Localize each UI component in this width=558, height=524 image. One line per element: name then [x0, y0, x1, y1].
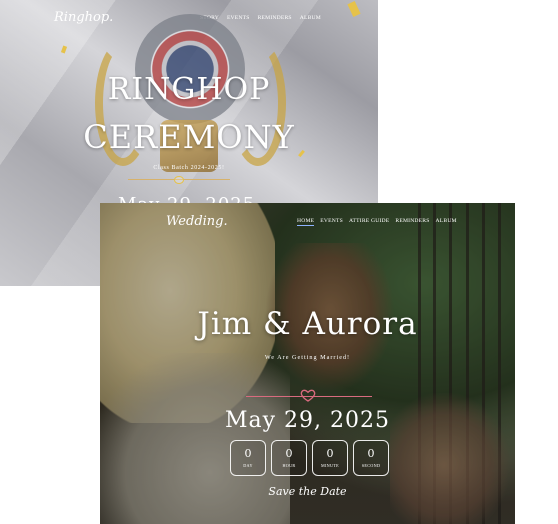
- countdown-hour-value: 0: [285, 447, 293, 460]
- ringhop-nav: STORY EVENTS REMINDERS ALBUM: [200, 15, 321, 21]
- countdown-hour-label: HOUR: [282, 463, 296, 468]
- countdown-day: 0 DAY: [230, 440, 266, 476]
- countdown-second: 0 SECOND: [353, 440, 389, 476]
- countdown-minute-value: 0: [326, 447, 334, 460]
- ring-icon: [174, 176, 184, 184]
- wedding-brand-logo[interactable]: Wedding.: [166, 214, 228, 229]
- nav-reminders[interactable]: REMINDERS: [395, 218, 429, 226]
- nav-events[interactable]: EVENTS: [227, 15, 250, 21]
- wedding-date: May 29, 2025: [224, 408, 391, 433]
- countdown-minute: 0 MINUTE: [312, 440, 348, 476]
- ringhop-title-line1: RINGHOP: [107, 72, 271, 107]
- heart-icon: [300, 389, 316, 402]
- save-the-date-link[interactable]: Save the Date: [100, 485, 515, 498]
- wedding-site-preview: Wedding. HOME EVENTS ATTIRE GUIDE REMIND…: [100, 203, 515, 524]
- wedding-nav: HOME EVENTS ATTIRE GUIDE REMINDERS ALBUM: [297, 218, 457, 226]
- nav-album[interactable]: ALBUM: [436, 218, 457, 226]
- nav-reminders[interactable]: REMINDERS: [258, 15, 292, 21]
- confetti-decoration: [60, 45, 68, 54]
- nav-album[interactable]: ALBUM: [300, 15, 321, 21]
- countdown-hour: 0 HOUR: [271, 440, 307, 476]
- countdown-second-value: 0: [367, 447, 375, 460]
- countdown-second-label: SECOND: [361, 463, 381, 468]
- ringhop-title-line2: CEREMONY: [83, 118, 295, 156]
- countdown-day-value: 0: [244, 447, 252, 460]
- nav-home[interactable]: HOME: [297, 218, 315, 226]
- nav-attire-guide[interactable]: ATTIRE GUIDE: [349, 218, 389, 226]
- countdown-minute-label: MINUTE: [320, 463, 340, 468]
- confetti-decoration: [347, 0, 361, 18]
- wedding-tagline: We Are Getting Married!: [264, 354, 351, 361]
- countdown-timer: 0 DAY 0 HOUR 0 MINUTE 0 SECOND: [230, 440, 389, 476]
- couple-names-heading: Jim & Aurora: [197, 306, 418, 342]
- ringhop-subtitle: Class Batch 2024-2025!: [153, 165, 225, 171]
- seal-emblem-icon: [135, 14, 245, 124]
- countdown-day-label: DAY: [243, 463, 253, 468]
- ringhop-brand-logo[interactable]: Ringhop.: [54, 10, 113, 25]
- nav-events[interactable]: EVENTS: [320, 218, 343, 226]
